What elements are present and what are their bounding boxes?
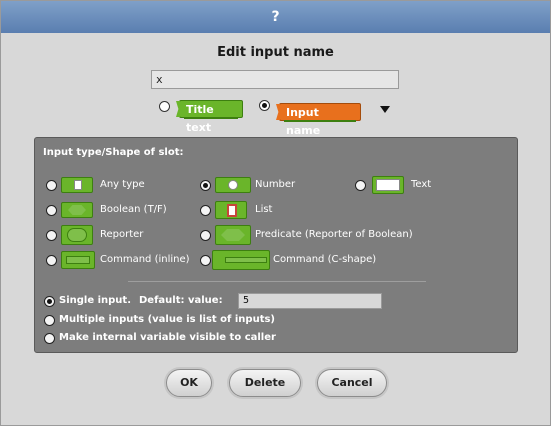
title-text-block[interactable]: Title text xyxy=(179,100,243,134)
input-name-radio[interactable] xyxy=(259,100,270,111)
text-label: Text xyxy=(411,179,432,190)
dialog-titlebar[interactable]: ? xyxy=(1,1,550,33)
number-label: Number xyxy=(255,179,296,190)
input-name-field[interactable]: x xyxy=(151,70,399,89)
boolean-radio[interactable] xyxy=(46,205,57,216)
input-name-block[interactable]: Input name xyxy=(279,103,361,137)
list-label: List xyxy=(255,204,273,215)
title-text-label: Title text xyxy=(186,103,214,134)
dropdown-arrow-icon[interactable] xyxy=(380,106,390,113)
any-type-label: Any type xyxy=(100,179,145,190)
list-slot-icon xyxy=(215,201,247,219)
number-radio[interactable] xyxy=(200,180,211,191)
slot-section-label: Input type/Shape of slot: xyxy=(43,147,184,158)
cancel-button[interactable]: Cancel xyxy=(317,369,387,397)
make-visible-radio[interactable] xyxy=(44,333,55,344)
title-text-radio[interactable] xyxy=(159,101,170,112)
boolean-label: Boolean (T/F) xyxy=(100,204,167,215)
predicate-radio[interactable] xyxy=(200,230,211,241)
text-slot-icon xyxy=(372,176,404,194)
delete-button[interactable]: Delete xyxy=(229,369,301,397)
ok-button[interactable]: OK xyxy=(166,369,212,397)
number-slot-icon xyxy=(215,177,251,193)
edit-input-dialog: ? Edit input name x Title text Input nam… xyxy=(0,0,551,426)
make-visible-label: Make internal variable visible to caller xyxy=(59,332,276,343)
slot-type-panel: Input type/Shape of slot: Any type Numbe… xyxy=(34,137,518,353)
list-radio[interactable] xyxy=(200,205,211,216)
any-type-radio[interactable] xyxy=(46,180,57,191)
default-value-label: Default: value: xyxy=(139,295,223,306)
command-inline-slot-icon xyxy=(61,251,95,269)
input-name-label: Input name xyxy=(286,106,321,137)
panel-divider xyxy=(128,281,426,282)
command-c-shape-slot-icon xyxy=(212,250,270,270)
boolean-slot-icon xyxy=(61,202,93,218)
dialog-heading: Edit input name xyxy=(217,45,334,60)
multiple-inputs-radio[interactable] xyxy=(44,315,55,326)
command-inline-label: Command (inline) xyxy=(100,254,190,265)
single-input-label: Single input. xyxy=(59,295,132,306)
reporter-slot-icon xyxy=(61,225,93,245)
command-c-shape-label: Command (C-shape) xyxy=(273,254,377,265)
reporter-radio[interactable] xyxy=(46,230,57,241)
default-value-field[interactable]: 5 xyxy=(238,293,382,309)
reporter-label: Reporter xyxy=(100,229,144,240)
text-radio[interactable] xyxy=(355,180,366,191)
single-input-radio[interactable] xyxy=(44,296,55,307)
predicate-label: Predicate (Reporter of Boolean) xyxy=(255,229,413,240)
dialog-title: ? xyxy=(271,9,280,25)
predicate-slot-icon xyxy=(215,225,251,245)
any-type-slot-icon xyxy=(61,177,93,193)
multiple-inputs-label: Multiple inputs (value is list of inputs… xyxy=(59,314,276,325)
command-c-shape-radio[interactable] xyxy=(200,255,211,266)
command-inline-radio[interactable] xyxy=(46,255,57,266)
